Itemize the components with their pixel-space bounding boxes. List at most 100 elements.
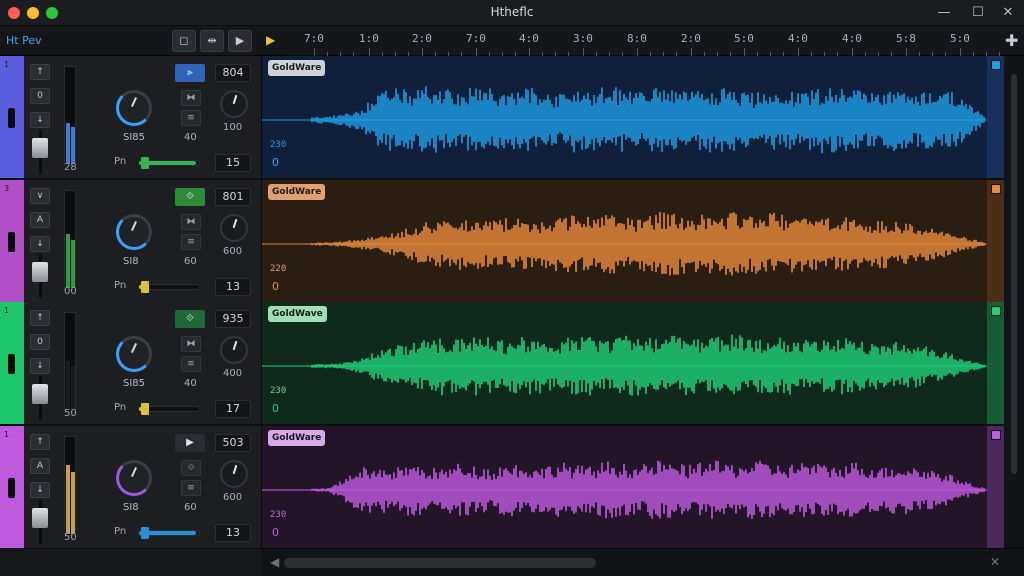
project-label[interactable]: Ht Pev (6, 34, 42, 47)
pan-slider[interactable] (138, 527, 200, 539)
track[interactable]: 1 ↑ A ↓ 50 SI8 ▶ ⟐ ≡ 60 503 600 Pn 13 Go… (0, 426, 1024, 548)
list-icon[interactable]: ≡ (181, 480, 201, 496)
clip-label[interactable]: GoldWare (268, 60, 326, 76)
track-mode-button[interactable]: 0 (30, 88, 50, 104)
gain-knob[interactable] (116, 336, 152, 372)
track-color-strip[interactable]: 3 (0, 180, 24, 302)
scroll-right-icon[interactable]: ✕ (990, 555, 1000, 569)
track-value-box[interactable]: 801 (215, 188, 251, 206)
audio-lane[interactable]: GoldWare 220 0 (262, 180, 987, 302)
audio-lane[interactable]: GoldWare 230 0 (262, 56, 987, 178)
horizontal-scrollbar[interactable]: ◀ ✕ (262, 548, 1024, 576)
track-down-button[interactable]: ↓ (30, 482, 50, 498)
send-knob[interactable] (220, 90, 248, 118)
pan-slider-thumb[interactable] (141, 157, 149, 169)
insert-icon[interactable]: ⧓ (181, 336, 201, 352)
play-button[interactable]: ▶ (228, 30, 252, 52)
lane-endcap[interactable] (987, 302, 1004, 424)
track-color-strip[interactable]: 1 (0, 426, 24, 548)
pan-slider[interactable] (138, 157, 200, 169)
lane-menu-icon[interactable] (991, 430, 1001, 440)
clip-label[interactable]: GoldWave (268, 306, 327, 322)
clip-label[interactable]: GoldWare (268, 184, 326, 200)
track-up-button[interactable]: ↑ (30, 310, 50, 326)
track-mode-toggle[interactable]: ⟐ (175, 310, 205, 328)
pan-slider-thumb[interactable] (141, 281, 149, 293)
pan-value[interactable]: 13 (215, 524, 251, 542)
volume-fader-handle[interactable] (32, 384, 48, 404)
track-slot-icon (8, 232, 15, 252)
send-knob[interactable] (220, 336, 248, 364)
track-down-button[interactable]: ↓ (30, 236, 50, 252)
playhead-icon[interactable]: ▶ (266, 33, 275, 47)
level-meter-fill (66, 361, 70, 410)
pan-value[interactable]: 15 (215, 154, 251, 172)
track-mode-button[interactable]: A (30, 212, 50, 228)
pan-slider-thumb[interactable] (141, 527, 149, 539)
snap-button[interactable]: ⇹ (200, 30, 224, 52)
horizontal-scroll-thumb[interactable] (284, 558, 596, 568)
audio-lane[interactable]: GoldWare 230 0 (262, 426, 987, 548)
gain-knob-label: SI8 (123, 256, 139, 267)
track-mode-button[interactable]: A (30, 458, 50, 474)
list-icon[interactable]: ≡ (181, 234, 201, 250)
list-icon[interactable]: ≡ (181, 356, 201, 372)
list-icon[interactable]: ≡ (181, 110, 201, 126)
waveform[interactable] (262, 56, 987, 178)
maximize-icon[interactable]: ☐ (968, 3, 988, 23)
track-up-button[interactable]: ∨ (30, 188, 50, 204)
lane-endcap[interactable] (987, 180, 1004, 302)
track-down-button[interactable]: ↓ (30, 358, 50, 374)
track[interactable]: 1 ↑ 0 ↓ 50 SI85 ⟐ ⧓ ≡ 40 935 400 Pn 17 G… (0, 302, 1024, 424)
track-mode-toggle[interactable]: ⫸ (175, 64, 205, 82)
track-mode-toggle[interactable]: ⟐ (175, 188, 205, 206)
track-color-strip[interactable]: 1 (0, 56, 24, 178)
waveform[interactable] (262, 302, 987, 424)
volume-fader-handle[interactable] (32, 138, 48, 158)
lane-endcap[interactable] (987, 56, 1004, 178)
lane-menu-icon[interactable] (991, 60, 1001, 70)
track[interactable]: 3 ∨ A ↓ 00 SI8 ⟐ ⧓ ≡ 60 801 600 Pn 13 Go… (0, 180, 1024, 302)
track-mode-toggle[interactable]: ▶ (175, 434, 205, 452)
volume-fader-handle[interactable] (32, 508, 48, 528)
clip-label[interactable]: GoldWare (268, 430, 326, 446)
lane-menu-icon[interactable] (991, 306, 1001, 316)
lane-menu-icon[interactable] (991, 184, 1001, 194)
gain-knob[interactable] (116, 214, 152, 250)
pan-value[interactable]: 17 (215, 400, 251, 418)
pan-value[interactable]: 13 (215, 278, 251, 296)
gain-knob[interactable] (116, 460, 152, 496)
waveform[interactable] (262, 180, 987, 302)
track-value-box[interactable]: 935 (215, 310, 251, 328)
track-mode-button[interactable]: 0 (30, 334, 50, 350)
insert-icon[interactable]: ⧓ (181, 214, 201, 230)
minimize-icon[interactable]: — (934, 3, 954, 23)
send-knob[interactable] (220, 460, 248, 488)
send-knob[interactable] (220, 214, 248, 242)
pan-slider-thumb[interactable] (141, 403, 149, 415)
pan-slider[interactable] (138, 281, 200, 293)
pan-slider[interactable] (138, 403, 200, 415)
gain-knob[interactable] (116, 90, 152, 126)
insert-icon[interactable]: ⧓ (181, 90, 201, 106)
audio-lane[interactable]: GoldWave 230 0 (262, 302, 987, 424)
volume-fader-handle[interactable] (32, 262, 48, 282)
track-value-box[interactable]: 503 (215, 434, 251, 452)
scroll-left-icon[interactable]: ◀ (270, 555, 279, 569)
clip-offset-value: 0 (272, 156, 279, 169)
track-color-strip[interactable]: 1 (0, 302, 24, 424)
track-value-box[interactable]: 804 (215, 64, 251, 82)
waveform[interactable] (262, 426, 987, 548)
track-down-button[interactable]: ↓ (30, 112, 50, 128)
track-up-button[interactable]: ↑ (30, 434, 50, 450)
track[interactable]: 1 ↑ 0 ↓ 28 SI85 ⫸ ⧓ ≡ 40 804 100 Pn 15 G… (0, 56, 1024, 178)
vertical-scrollbar[interactable] (1004, 56, 1024, 548)
timeline-ruler[interactable]: 7:0 1:0 2:0 7:0 4:0 3:0 8:0 2:0 5:0 4:0 4:0 5:8 5:0 (262, 26, 1000, 56)
insert-icon[interactable]: ⟐ (181, 460, 201, 476)
track-up-button[interactable]: ↑ (30, 64, 50, 80)
close-icon[interactable]: ✕ (998, 3, 1018, 23)
loop-button[interactable]: ◻ (172, 30, 196, 52)
add-track-icon[interactable]: ✚ (1005, 31, 1018, 50)
vertical-scroll-thumb[interactable] (1011, 74, 1017, 474)
lane-endcap[interactable] (987, 426, 1004, 548)
